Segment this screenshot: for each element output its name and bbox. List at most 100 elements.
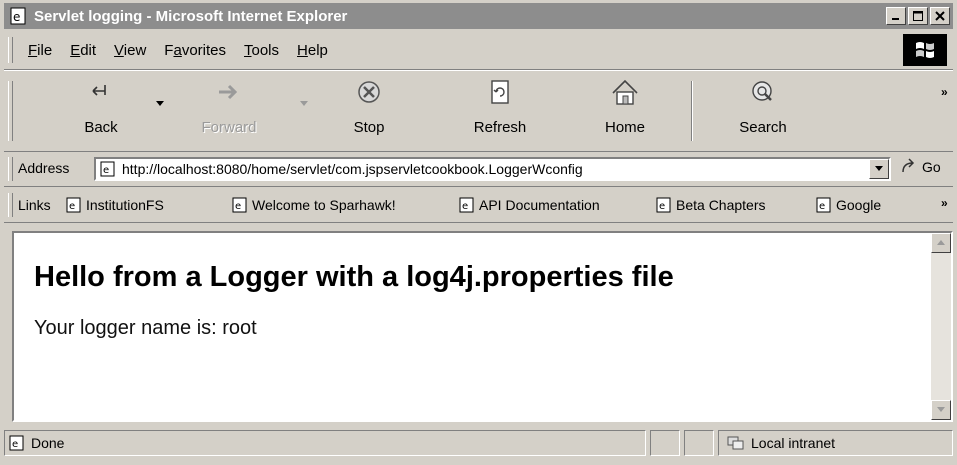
svg-text:e: e <box>659 201 665 212</box>
svg-text:e: e <box>462 201 468 212</box>
go-button[interactable]: Go <box>899 158 941 176</box>
address-url: http://localhost:8080/home/servlet/com.j… <box>122 161 583 177</box>
home-button[interactable]: Home <box>580 77 670 147</box>
menu-file-label: ile <box>37 41 53 59</box>
scroll-down-button[interactable] <box>931 400 951 420</box>
link-item[interactable]: e Welcome to Sparhawk! <box>232 197 396 213</box>
menu-edit[interactable]: Edit <box>61 42 105 59</box>
link-item[interactable]: e InstitutionFS <box>66 197 164 213</box>
menu-edit-label: dit <box>80 41 97 59</box>
forward-label: Forward <box>201 119 257 136</box>
minimize-icon <box>892 18 899 20</box>
status-panel-zone: Local intranet <box>718 430 953 456</box>
menu-favorites-label-b: vorites <box>181 41 226 59</box>
menu-favorites[interactable]: Favorites <box>155 42 235 59</box>
menu-help-label: elp <box>307 41 328 59</box>
maximize-button[interactable] <box>908 7 928 25</box>
page-heading: Hello from a Logger with a log4j.propert… <box>34 261 674 293</box>
link-label: API Documentation <box>479 197 600 213</box>
link-label: Welcome to Sparhawk! <box>252 197 396 213</box>
link-label: InstitutionFS <box>86 197 164 213</box>
linksbar-grip[interactable] <box>8 193 13 217</box>
search-button[interactable]: Search <box>718 77 808 147</box>
link-label: Beta Chapters <box>676 197 766 213</box>
chevron-up-icon <box>937 240 945 245</box>
back-dropdown-arrow[interactable] <box>156 101 164 106</box>
maximize-icon <box>913 11 923 21</box>
back-label: Back <box>84 119 118 136</box>
address-dropdown-button[interactable] <box>869 159 889 179</box>
page-icon: e <box>66 197 81 213</box>
home-icon <box>612 79 638 105</box>
links-label: Links <box>18 197 51 213</box>
scroll-up-button[interactable] <box>931 233 951 253</box>
stop-button[interactable]: Stop <box>324 77 414 147</box>
home-label: Home <box>604 119 645 136</box>
go-arrow-icon <box>902 158 915 173</box>
toolbar-separator <box>691 81 693 141</box>
page-content: Hello from a Logger with a log4j.propert… <box>12 231 953 422</box>
menu-file[interactable]: File <box>19 42 61 59</box>
menu-help-mnemonic: H <box>297 41 308 59</box>
page-icon: e <box>656 197 671 213</box>
toolbar-more-chevron[interactable]: » <box>941 85 948 99</box>
zone-label: Local intranet <box>751 435 836 451</box>
page-icon: e <box>459 197 474 213</box>
svg-text:e: e <box>103 165 109 176</box>
page-icon: e <box>232 197 247 213</box>
chevron-down-icon <box>875 166 883 171</box>
menu-favorites-mnemonic: a <box>173 41 182 59</box>
stop-icon <box>358 81 380 103</box>
link-label: Google <box>836 197 882 213</box>
menu-tools[interactable]: Tools <box>235 42 288 59</box>
page-body-text: Your logger name is: root <box>34 317 257 339</box>
refresh-button[interactable]: Refresh <box>455 77 545 147</box>
intranet-zone-icon <box>727 436 744 450</box>
minimize-button[interactable] <box>886 7 906 25</box>
menu-edit-mnemonic: E <box>70 41 81 59</box>
go-label: Go <box>922 159 941 175</box>
addressbar-grip[interactable] <box>8 157 13 181</box>
menu-help[interactable]: Help <box>288 42 337 59</box>
status-text: Done <box>31 435 65 451</box>
stop-label: Stop <box>353 119 385 136</box>
chevron-down-icon <box>937 407 945 412</box>
search-label: Search <box>739 119 787 136</box>
standard-toolbar: Back Forward Stop Refresh Home Search » <box>4 70 953 152</box>
forward-button[interactable]: Forward <box>184 77 274 147</box>
status-panel-main: e Done <box>4 430 646 456</box>
windows-flag-icon <box>916 42 934 58</box>
svg-text:e: e <box>69 201 75 212</box>
menu-view[interactable]: View <box>105 42 155 59</box>
browser-window: e Servlet logging - Microsoft Internet E… <box>0 0 957 465</box>
close-icon <box>935 11 945 21</box>
svg-text:e: e <box>13 10 20 24</box>
svg-text:e: e <box>819 201 825 212</box>
menu-view-label: iew <box>123 41 147 59</box>
windows-logo-icon <box>903 34 947 66</box>
vertical-scrollbar[interactable] <box>931 233 951 420</box>
address-input[interactable]: e http://localhost:8080/home/servlet/com… <box>94 157 891 181</box>
close-button[interactable] <box>930 7 950 25</box>
link-item[interactable]: e API Documentation <box>459 197 600 213</box>
toolbar-grip[interactable] <box>8 81 13 141</box>
page-icon: e <box>100 161 115 177</box>
menu-tools-mnemonic: T <box>244 41 252 59</box>
page-icon: e <box>816 197 831 213</box>
menu-view-mnemonic: V <box>114 41 124 59</box>
forward-arrow-icon <box>219 84 238 100</box>
status-bar: e Done Local intranet <box>4 428 953 460</box>
forward-dropdown-arrow[interactable] <box>300 101 308 106</box>
menu-file-mnemonic: F <box>28 41 38 59</box>
page-icon: e <box>9 435 24 451</box>
menubar-grip[interactable] <box>8 37 13 63</box>
status-panel-security <box>684 430 714 456</box>
title-bar[interactable]: e Servlet logging - Microsoft Internet E… <box>4 3 953 29</box>
link-item[interactable]: e Google <box>816 197 881 213</box>
back-button[interactable]: Back <box>56 77 146 147</box>
address-label: Address <box>18 160 70 176</box>
refresh-label: Refresh <box>473 119 527 136</box>
link-item[interactable]: e Beta Chapters <box>656 197 766 213</box>
links-more-chevron[interactable]: » <box>941 196 948 210</box>
menu-bar: File Edit View Favorites Tools Help <box>4 31 953 70</box>
